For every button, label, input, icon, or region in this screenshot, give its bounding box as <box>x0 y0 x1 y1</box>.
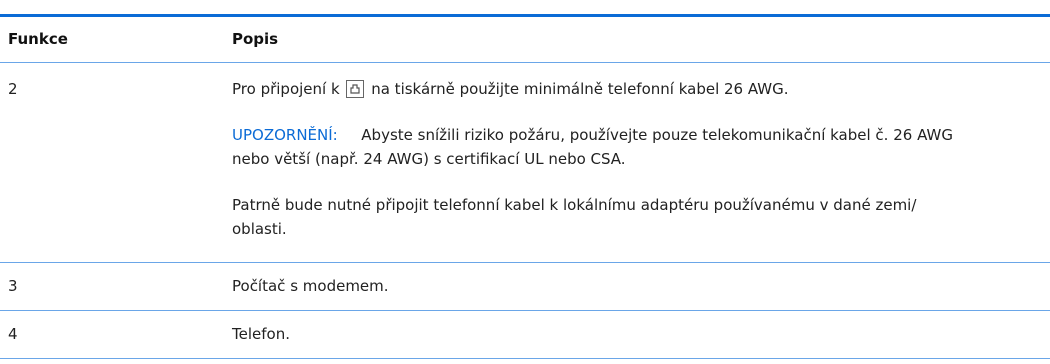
row-feature-number: 4 <box>8 325 18 343</box>
row-description: Počítač s modemem. <box>232 277 389 295</box>
note-text-line2: oblasti. <box>232 220 287 238</box>
table-bottom-rule <box>0 358 1050 359</box>
note-text-line1: Patrně bude nutné připojit telefonní kab… <box>232 196 917 214</box>
table-divider <box>0 262 1050 263</box>
row-feature-number: 2 <box>8 80 18 98</box>
description-paragraph: Pro připojení k na tiskárně použijte min… <box>232 77 1032 101</box>
warning-label: UPOZORNĚNÍ: <box>232 126 338 144</box>
row-description: Pro připojení k na tiskárně použijte min… <box>232 77 1032 241</box>
header-feature: Funkce <box>8 30 68 48</box>
warning-paragraph: UPOZORNĚNÍ: Abyste snížili riziko požáru… <box>232 123 1032 171</box>
warning-text-line1: Abyste snížili riziko požáru, používejte… <box>361 126 953 144</box>
warning-text-line2: nebo větší (např. 24 AWG) s certifikací … <box>232 150 626 168</box>
note-paragraph: Patrně bude nutné připojit telefonní kab… <box>232 193 1032 241</box>
telephone-port-icon <box>346 80 365 98</box>
table-divider <box>0 310 1050 311</box>
description-text: na tiskárně použijte minimálně telefonní… <box>371 80 789 98</box>
row-description: Telefon. <box>232 325 290 343</box>
table-top-rule <box>0 14 1050 17</box>
description-text: Pro připojení k <box>232 80 340 98</box>
header-description: Popis <box>232 30 279 48</box>
row-feature-number: 3 <box>8 277 18 295</box>
table-divider <box>0 62 1050 63</box>
